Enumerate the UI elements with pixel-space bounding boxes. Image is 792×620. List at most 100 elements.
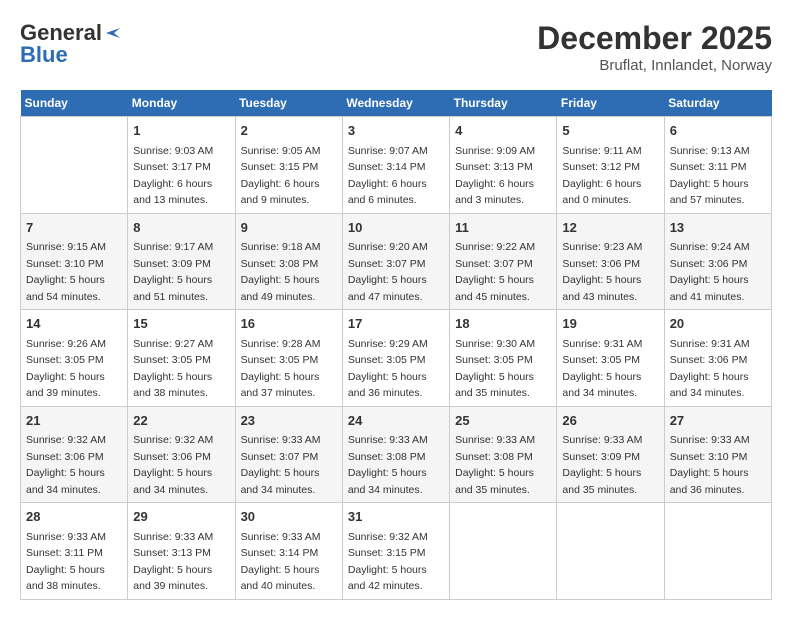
day-info: Sunrise: 9:33 AM Sunset: 3:08 PM Dayligh… [348,434,428,496]
calendar-cell: 27Sunrise: 9:33 AM Sunset: 3:10 PM Dayli… [664,406,771,503]
day-info: Sunrise: 9:17 AM Sunset: 3:09 PM Dayligh… [133,241,213,303]
column-header-thursday: Thursday [450,90,557,117]
header: General Blue December 2025 Bruflat, Innl… [20,20,772,74]
calendar-cell: 24 Sunrise: 9:33 AM Sunset: 3:08 PM Dayli… [342,406,449,503]
day-number: 4 [455,121,551,141]
day-info: Sunrise: 9:24 AM Sunset: 3:06 PM Dayligh… [670,241,750,303]
column-header-friday: Friday [557,90,664,117]
calendar-cell: 17 Sunrise: 9:29 AM Sunset: 3:05 PM Dayli… [342,310,449,407]
day-info: Sunrise: 9:20 AM Sunset: 3:07 PM Dayligh… [348,241,428,303]
day-number: 24 [348,411,444,431]
calendar-subtitle: Bruflat, Innlandet, Norway [537,57,772,74]
day-info: Sunrise: 9:09 AM Sunset: 3:13 PM Dayligh… [455,145,535,207]
day-number: 8 [133,218,229,238]
day-number: 13 [670,218,766,238]
day-number: 2 [241,121,337,141]
calendar-cell: 4 Sunrise: 9:09 AM Sunset: 3:13 PM Daylig… [450,117,557,214]
day-info: Sunrise: 9:33 AM Sunset: 3:08 PM Dayligh… [455,434,535,496]
calendar-cell: 31 Sunrise: 9:32 AM Sunset: 3:15 PM Dayli… [342,503,449,600]
day-info: Sunrise: 9:32 AM Sunset: 3:15 PM Dayligh… [348,531,428,593]
calendar-cell [21,117,128,214]
calendar-cell: 13 Sunrise: 9:24 AM Sunset: 3:06 PM Dayli… [664,213,771,310]
calendar-header-row: SundayMondayTuesdayWednesdayThursdayFrid… [21,90,772,117]
logo-bird-icon [104,24,122,42]
day-info: Sunrise: 9:15 AM Sunset: 3:10 PM Dayligh… [26,241,106,303]
calendar-week-row: 1Sunrise: 9:03 AM Sunset: 3:17 PM Daylig… [21,117,772,214]
calendar-cell: 16 Sunrise: 9:28 AM Sunset: 3:05 PM Dayli… [235,310,342,407]
calendar-body: 1Sunrise: 9:03 AM Sunset: 3:17 PM Daylig… [21,117,772,600]
day-info: Sunrise: 9:32 AM Sunset: 3:06 PM Dayligh… [26,434,106,496]
title-block: December 2025 Bruflat, Innlandet, Norway [537,20,772,74]
calendar-week-row: 21 Sunrise: 9:32 AM Sunset: 3:06 PM Dayli… [21,406,772,503]
day-number: 14 [26,314,122,334]
day-info: Sunrise: 9:28 AM Sunset: 3:05 PM Dayligh… [241,338,321,400]
calendar-cell: 28 Sunrise: 9:33 AM Sunset: 3:11 PM Dayli… [21,503,128,600]
calendar-cell: 23 Sunrise: 9:33 AM Sunset: 3:07 PM Dayli… [235,406,342,503]
column-header-wednesday: Wednesday [342,90,449,117]
day-number: 3 [348,121,444,141]
day-number: 30 [241,507,337,527]
calendar-cell [664,503,771,600]
day-number: 20 [670,314,766,334]
calendar-cell: 3 Sunrise: 9:07 AM Sunset: 3:14 PM Daylig… [342,117,449,214]
calendar-cell: 2 Sunrise: 9:05 AM Sunset: 3:15 PM Daylig… [235,117,342,214]
day-info: Sunrise: 9:29 AM Sunset: 3:05 PM Dayligh… [348,338,428,400]
column-header-tuesday: Tuesday [235,90,342,117]
calendar-cell: 11 Sunrise: 9:22 AM Sunset: 3:07 PM Dayli… [450,213,557,310]
day-info: Sunrise: 9:07 AM Sunset: 3:14 PM Dayligh… [348,145,428,207]
calendar-cell: 25 Sunrise: 9:33 AM Sunset: 3:08 PM Dayli… [450,406,557,503]
calendar-week-row: 7 Sunrise: 9:15 AM Sunset: 3:10 PM Daylig… [21,213,772,310]
calendar-cell: 22Sunrise: 9:32 AM Sunset: 3:06 PM Dayli… [128,406,235,503]
calendar-cell: 30Sunrise: 9:33 AM Sunset: 3:14 PM Dayli… [235,503,342,600]
day-info: Sunrise: 9:05 AM Sunset: 3:15 PM Dayligh… [241,145,321,207]
day-info: Sunrise: 9:26 AM Sunset: 3:05 PM Dayligh… [26,338,106,400]
day-number: 7 [26,218,122,238]
calendar-cell: 15 Sunrise: 9:27 AM Sunset: 3:05 PM Dayli… [128,310,235,407]
day-info: Sunrise: 9:30 AM Sunset: 3:05 PM Dayligh… [455,338,535,400]
day-info: Sunrise: 9:33 AM Sunset: 3:09 PM Dayligh… [562,434,642,496]
calendar-cell: 9Sunrise: 9:18 AM Sunset: 3:08 PM Daylig… [235,213,342,310]
calendar-cell: 18Sunrise: 9:30 AM Sunset: 3:05 PM Dayli… [450,310,557,407]
calendar-week-row: 14 Sunrise: 9:26 AM Sunset: 3:05 PM Dayli… [21,310,772,407]
day-number: 15 [133,314,229,334]
calendar-week-row: 28 Sunrise: 9:33 AM Sunset: 3:11 PM Dayli… [21,503,772,600]
day-number: 9 [241,218,337,238]
calendar-cell: 26 Sunrise: 9:33 AM Sunset: 3:09 PM Dayli… [557,406,664,503]
day-number: 5 [562,121,658,141]
calendar-cell: 1Sunrise: 9:03 AM Sunset: 3:17 PM Daylig… [128,117,235,214]
calendar-cell: 21 Sunrise: 9:32 AM Sunset: 3:06 PM Dayli… [21,406,128,503]
day-number: 12 [562,218,658,238]
day-info: Sunrise: 9:31 AM Sunset: 3:05 PM Dayligh… [562,338,642,400]
day-number: 25 [455,411,551,431]
day-info: Sunrise: 9:03 AM Sunset: 3:17 PM Dayligh… [133,145,213,207]
day-info: Sunrise: 9:22 AM Sunset: 3:07 PM Dayligh… [455,241,535,303]
day-number: 17 [348,314,444,334]
day-number: 31 [348,507,444,527]
day-number: 28 [26,507,122,527]
calendar-cell: 8 Sunrise: 9:17 AM Sunset: 3:09 PM Daylig… [128,213,235,310]
day-number: 23 [241,411,337,431]
column-header-sunday: Sunday [21,90,128,117]
day-info: Sunrise: 9:33 AM Sunset: 3:11 PM Dayligh… [26,531,106,593]
calendar-table: SundayMondayTuesdayWednesdayThursdayFrid… [20,90,772,600]
calendar-cell: 29Sunrise: 9:33 AM Sunset: 3:13 PM Dayli… [128,503,235,600]
calendar-cell [557,503,664,600]
column-header-monday: Monday [128,90,235,117]
calendar-cell [450,503,557,600]
day-number: 6 [670,121,766,141]
day-info: Sunrise: 9:32 AM Sunset: 3:06 PM Dayligh… [133,434,213,496]
calendar-cell: 14 Sunrise: 9:26 AM Sunset: 3:05 PM Dayli… [21,310,128,407]
calendar-cell: 5Sunrise: 9:11 AM Sunset: 3:12 PM Daylig… [557,117,664,214]
day-number: 16 [241,314,337,334]
calendar-cell: 12Sunrise: 9:23 AM Sunset: 3:06 PM Dayli… [557,213,664,310]
day-number: 19 [562,314,658,334]
day-info: Sunrise: 9:13 AM Sunset: 3:11 PM Dayligh… [670,145,750,207]
day-number: 11 [455,218,551,238]
day-info: Sunrise: 9:27 AM Sunset: 3:05 PM Dayligh… [133,338,213,400]
calendar-cell: 10Sunrise: 9:20 AM Sunset: 3:07 PM Dayli… [342,213,449,310]
day-number: 26 [562,411,658,431]
day-info: Sunrise: 9:33 AM Sunset: 3:10 PM Dayligh… [670,434,750,496]
day-info: Sunrise: 9:33 AM Sunset: 3:07 PM Dayligh… [241,434,321,496]
day-number: 21 [26,411,122,431]
calendar-cell: 7 Sunrise: 9:15 AM Sunset: 3:10 PM Daylig… [21,213,128,310]
